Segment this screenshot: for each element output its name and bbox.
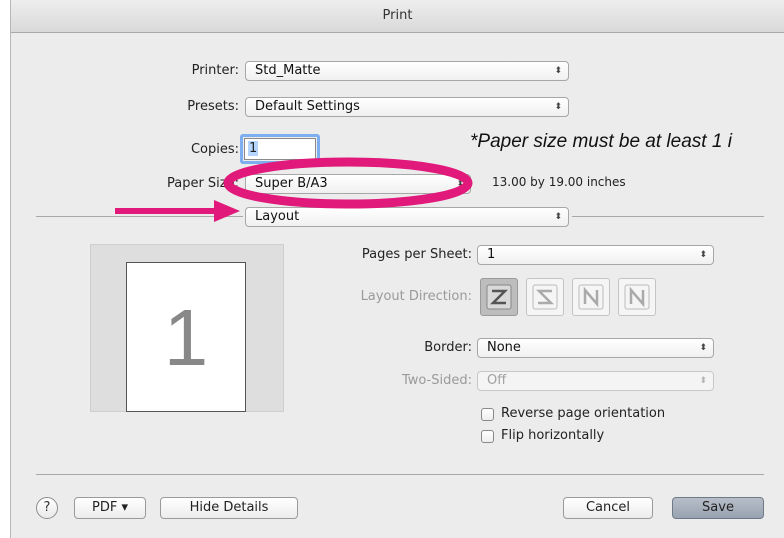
updown-arrow-icon: ⬍ <box>554 212 562 222</box>
flip-horizontally-label: Flip horizontally <box>501 428 605 443</box>
printer-popup[interactable]: Std_Matte ⬍ <box>245 61 569 81</box>
presets-label: Presets: <box>187 99 239 114</box>
border-label: Border: <box>424 340 472 355</box>
two-sided-popup[interactable]: Off ⬍ <box>477 371 714 391</box>
paper-size-label: Paper Size: <box>166 176 239 191</box>
updown-arrow-icon: ⬍ <box>554 66 562 76</box>
flip-horizontally-checkbox[interactable] <box>481 430 494 443</box>
printer-value: Std_Matte <box>255 63 321 78</box>
copies-label: Copies: <box>190 142 239 157</box>
section-divider-right <box>572 216 764 217</box>
section-popup[interactable]: Layout ⬍ <box>245 207 569 227</box>
reverse-z-direction-icon[interactable] <box>526 278 564 316</box>
n-direction-icon[interactable] <box>572 278 610 316</box>
layout-direction-label: Layout Direction: <box>360 289 472 304</box>
pages-per-sheet-popup[interactable]: 1 ⬍ <box>477 245 714 265</box>
copies-field[interactable]: 1 <box>244 138 316 160</box>
window-title: Print <box>11 0 784 33</box>
border-value: None <box>487 340 521 355</box>
presets-value: Default Settings <box>255 99 360 114</box>
paper-size-note: *Paper size must be at least 1 i <box>470 131 732 152</box>
updown-arrow-icon: ⬍ <box>699 250 707 260</box>
preview-page-number: 1 <box>163 293 209 382</box>
pdf-menu-button[interactable]: PDF ▾ <box>74 497 146 519</box>
paper-size-value: Super B/A3 <box>255 176 328 191</box>
updown-arrow-icon: ⬍ <box>699 343 707 353</box>
copies-value: 1 <box>248 141 259 156</box>
updown-arrow-icon: ⬍ <box>699 376 707 386</box>
two-sided-label: Two-Sided: <box>401 373 472 388</box>
cancel-button[interactable]: Cancel <box>563 497 653 519</box>
updown-arrow-icon: ⬍ <box>456 179 464 189</box>
preview-page: 1 <box>126 262 246 412</box>
help-button[interactable]: ? <box>36 497 58 519</box>
pages-per-sheet-value: 1 <box>487 247 496 262</box>
presets-popup[interactable]: Default Settings ⬍ <box>245 97 569 117</box>
printer-label: Printer: <box>191 63 239 78</box>
paper-size-popup[interactable]: Super B/A3 ⬍ <box>245 174 471 194</box>
pages-per-sheet-label: Pages per Sheet: <box>361 247 472 262</box>
reverse-orientation-checkbox[interactable] <box>481 408 494 421</box>
hide-details-button[interactable]: Hide Details <box>160 497 298 519</box>
z-direction-icon[interactable] <box>480 278 518 316</box>
two-sided-value: Off <box>487 373 507 388</box>
reverse-orientation-label: Reverse page orientation <box>501 406 666 421</box>
border-popup[interactable]: None ⬍ <box>477 338 714 358</box>
paper-size-description: 13.00 by 19.00 inches <box>492 175 626 189</box>
save-button[interactable]: Save <box>672 497 764 519</box>
section-divider-left <box>36 216 243 217</box>
reverse-n-direction-icon[interactable] <box>618 278 656 316</box>
footer-divider <box>36 474 764 475</box>
updown-arrow-icon: ⬍ <box>554 102 562 112</box>
section-value: Layout <box>255 209 300 224</box>
